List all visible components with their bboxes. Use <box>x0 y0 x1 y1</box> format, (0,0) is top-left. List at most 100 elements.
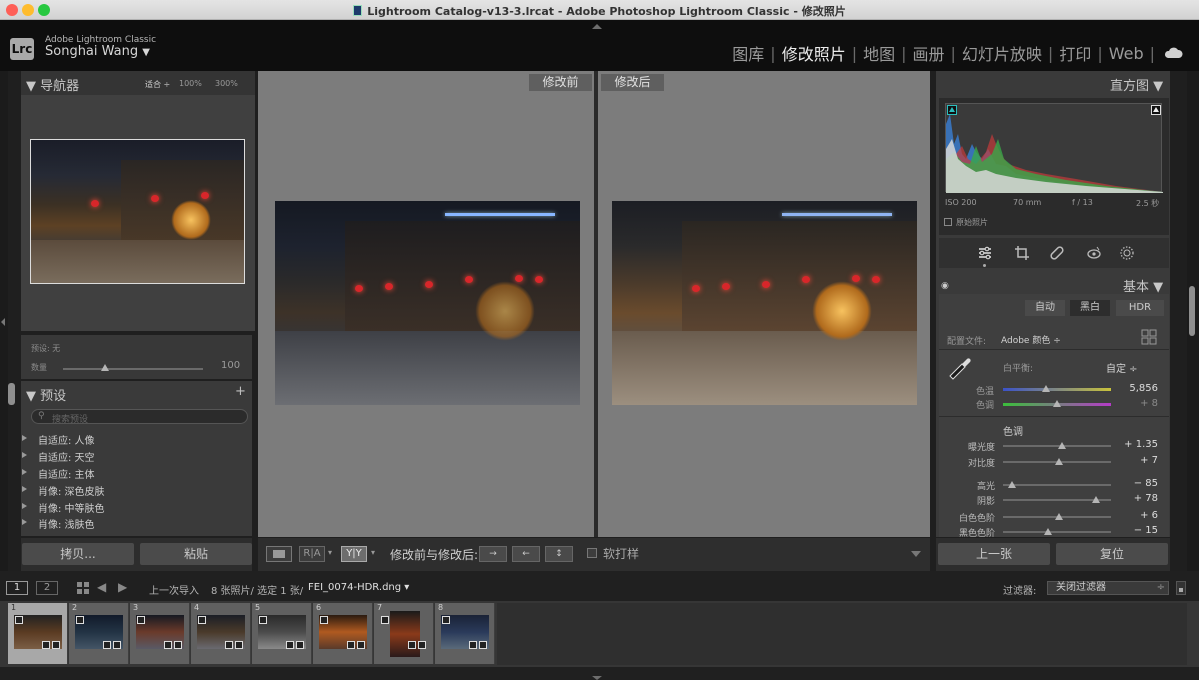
slider-knob[interactable] <box>1058 442 1067 449</box>
slider-value[interactable]: − 85 <box>1120 478 1158 489</box>
module-develop[interactable]: 修改照片 <box>776 41 852 65</box>
loupe-view-button[interactable] <box>266 546 292 562</box>
preset-group-item[interactable]: 自适应: 人像 <box>22 432 95 447</box>
hdr-badge-icon <box>259 616 267 624</box>
collapse-filmstrip-icon[interactable] <box>592 676 602 680</box>
toolbar-menu-icon[interactable] <box>911 551 921 557</box>
filmstrip-thumbnail[interactable]: 3 <box>130 603 190 664</box>
slider-label: 曝光度 <box>967 443 995 453</box>
before-after-yy-button[interactable]: Y|Y <box>341 546 367 562</box>
slider-label: 阴影 <box>976 497 995 507</box>
preset-label: 预设: 无 <box>31 344 61 353</box>
copy-before-to-after-button[interactable]: → <box>479 546 507 562</box>
disclosure-triangle-icon: ▼ <box>26 389 36 404</box>
slider-value[interactable]: + 1.35 <box>1120 439 1158 450</box>
crop-badge-icon <box>347 641 355 649</box>
zoom-fit[interactable]: 适合 ÷ <box>145 79 170 90</box>
filmstrip-thumbnail[interactable]: 5 <box>252 603 312 664</box>
thumbnail-number: 6 <box>316 603 322 612</box>
edit-badge-icon <box>235 641 243 649</box>
slider-knob[interactable] <box>1055 513 1064 520</box>
soft-proof-checkbox[interactable] <box>587 548 597 558</box>
zoom-100[interactable]: 100% <box>179 79 202 88</box>
preset-group-item[interactable]: 肖像: 中等肤色 <box>22 500 105 515</box>
hdr-badge-icon <box>198 616 206 624</box>
chevron-down-icon[interactable]: ▾ <box>328 548 332 557</box>
navigator-panel: ▼ 导航器 适合 ÷ 100% 300% <box>21 71 255 331</box>
copy-settings-button[interactable]: 拷贝... <box>22 543 134 565</box>
edit-badge-icon <box>174 641 182 649</box>
amount-slider-track[interactable] <box>63 368 203 370</box>
navigator-header[interactable]: ▼ 导航器 <box>26 75 79 94</box>
collapse-top-panel-icon[interactable] <box>592 24 602 29</box>
left-panel-scrollbar[interactable] <box>8 383 15 405</box>
before-label: 修改前 <box>529 74 592 91</box>
slider-track[interactable] <box>1003 445 1111 447</box>
chevron-down-icon: ▼ <box>142 47 150 58</box>
slider-knob[interactable] <box>1091 496 1100 503</box>
collapse-left-panel-icon[interactable] <box>1 318 5 326</box>
slider-track[interactable] <box>1003 531 1111 533</box>
preset-group-item[interactable]: 肖像: 浅肤色 <box>22 516 95 531</box>
preset-group-item[interactable]: 自适应: 天空 <box>22 449 95 464</box>
thumbnail-number: 4 <box>194 603 200 612</box>
preset-group-item[interactable]: 肖像: 深色皮肤 <box>22 483 105 498</box>
preset-group-item[interactable]: 自适应: 主体 <box>22 466 95 481</box>
before-after-ra-button[interactable]: R|A <box>299 546 325 562</box>
presets-header[interactable]: ▼ 预设 <box>26 385 66 404</box>
navigator-preview-image[interactable] <box>30 139 245 284</box>
preset-search-input[interactable]: ⚲ 搜索预设 <box>31 409 248 425</box>
user-menu[interactable]: Songhai Wang ▼ <box>45 44 150 59</box>
slider-value[interactable]: + 78 <box>1120 493 1158 504</box>
monitor-1-button[interactable]: 1 <box>6 581 28 595</box>
filmstrip-thumbnail[interactable]: 1 <box>8 603 68 664</box>
hdr-badge-icon <box>320 616 328 624</box>
slider-knob[interactable] <box>1055 458 1064 465</box>
slider-knob[interactable] <box>1007 481 1016 488</box>
filmstrip-thumbnail[interactable]: 6 <box>313 603 373 664</box>
tone-sliders: 曝光度 + 1.35 对比度 + 7 高光 − 85 阴影 + 78 白色色阶 + 6 黑色色阶 − … <box>939 0 1169 537</box>
disclosure-triangle-icon: ▼ <box>26 79 36 94</box>
crop-badge-icon <box>225 641 233 649</box>
lrc-logo: Lrc <box>10 38 34 60</box>
zoom-fit-label: 适合 <box>145 80 161 89</box>
filmstrip-thumbnail[interactable]: 4 <box>191 603 251 664</box>
paste-settings-button[interactable]: 粘贴 <box>140 543 252 565</box>
back-arrow-icon[interactable]: ◀ <box>97 580 106 594</box>
filmstrip-thumbnail[interactable]: 7 <box>374 603 434 664</box>
previous-button[interactable]: 上一张 <box>938 543 1050 565</box>
monitor-2-button[interactable]: 2 <box>36 581 58 595</box>
thumbnail-number: 5 <box>255 603 261 612</box>
before-photo[interactable] <box>275 201 580 405</box>
grid-view-icon[interactable] <box>77 582 89 594</box>
slider-value[interactable]: − 15 <box>1120 525 1158 536</box>
chevron-down-icon[interactable]: ▾ <box>371 548 375 557</box>
amount-slider-knob[interactable] <box>101 364 109 371</box>
search-icon: ⚲ <box>38 411 45 421</box>
module-library[interactable]: 图库 <box>726 41 770 65</box>
after-photo[interactable] <box>612 201 917 405</box>
add-preset-button[interactable]: + <box>235 384 246 399</box>
filmstrip-lock-icon[interactable] <box>1176 581 1186 595</box>
slider-track[interactable] <box>1003 484 1111 486</box>
copy-after-to-before-button[interactable]: ← <box>512 546 540 562</box>
filmstrip-thumbnail[interactable]: 8 <box>435 603 495 664</box>
slider-knob[interactable] <box>1044 528 1053 535</box>
right-panel-scrollbar[interactable] <box>1189 286 1195 336</box>
filmstrip-thumbnail[interactable]: 2 <box>69 603 129 664</box>
reset-button[interactable]: 复位 <box>1056 543 1168 565</box>
slider-value[interactable]: + 7 <box>1120 455 1158 466</box>
search-placeholder: 搜索预设 <box>52 415 89 425</box>
forward-arrow-icon[interactable]: ▶ <box>118 580 127 594</box>
slider-value[interactable]: + 6 <box>1120 510 1158 521</box>
filmstrip-source[interactable]: 上一次导入 <box>149 582 199 597</box>
filmstrip-file[interactable]: FEI_0074-HDR.dng ▾ <box>308 582 409 593</box>
edit-badge-icon <box>52 641 60 649</box>
filter-select[interactable]: 关闭过滤器 ÷ <box>1047 581 1169 595</box>
slider-label: 黑色色阶 <box>958 529 995 537</box>
hdr-badge-icon <box>76 616 84 624</box>
zoom-300[interactable]: 300% <box>215 79 238 88</box>
module-map[interactable]: 地图 <box>857 41 901 65</box>
thumbnail-number: 3 <box>133 603 139 612</box>
swap-before-after-button[interactable]: ↕ <box>545 546 573 562</box>
